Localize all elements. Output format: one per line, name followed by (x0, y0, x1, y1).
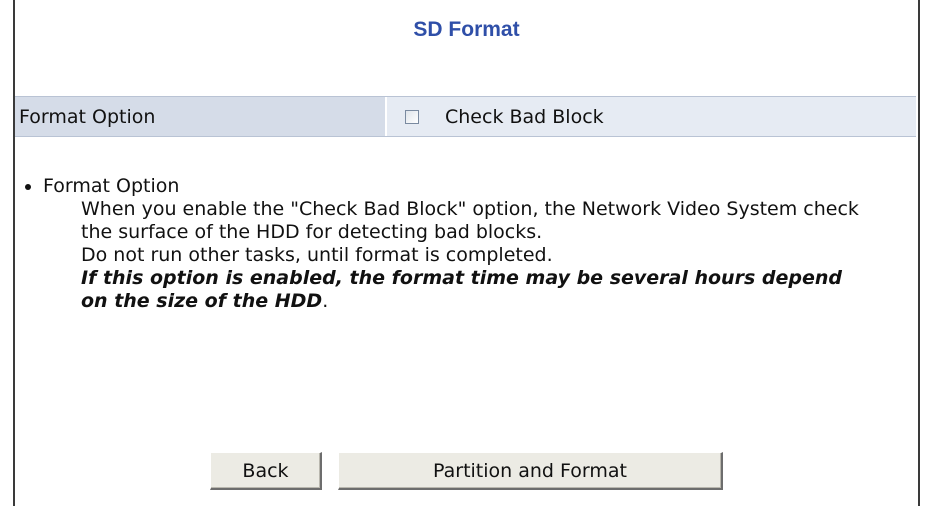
format-option-row: Format Option Check Bad Block (15, 96, 916, 137)
help-warning-end: . (322, 290, 329, 312)
check-bad-block-checkbox[interactable] (405, 109, 419, 124)
back-button[interactable]: Back (210, 452, 322, 490)
help-text-1: When you enable the "Check Bad Block" op… (81, 198, 859, 243)
page-title: SD Format (413, 18, 520, 41)
format-option-label: Format Option (15, 97, 387, 136)
partition-and-format-button[interactable]: Partition and Format (338, 452, 723, 490)
help-warning-paragraph: If this option is enabled, the format ti… (81, 267, 871, 313)
format-option-value: Check Bad Block (387, 97, 916, 136)
bullet-icon (25, 183, 31, 190)
help-body: When you enable the "Check Bad Block" op… (81, 198, 871, 313)
help-heading-row: Format Option (23, 175, 903, 198)
help-warning: If this option is enabled, the format ti… (81, 267, 842, 312)
sd-format-panel: SD Format Format Option Check Bad Block … (13, 0, 920, 506)
help-heading: Format Option (43, 175, 180, 197)
check-bad-block-label[interactable]: Check Bad Block (445, 106, 604, 128)
help-text-2: Do not run other tasks, until format is … (81, 244, 553, 266)
help-section: Format Option When you enable the "Check… (23, 175, 903, 313)
